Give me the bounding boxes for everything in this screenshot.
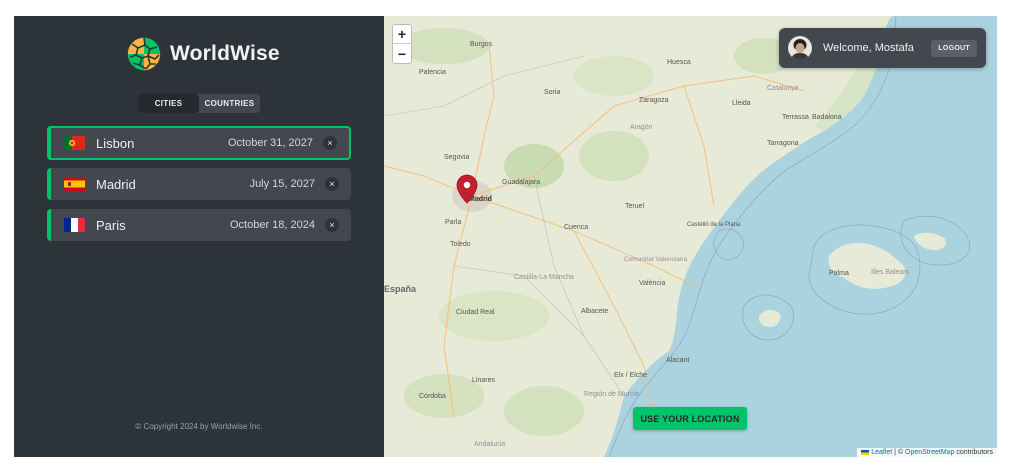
map-label-albacete: Albacete (581, 308, 608, 315)
attribution-separator: | © (892, 449, 906, 456)
city-name: Madrid (96, 176, 136, 192)
map-label-alacant: Alacant (666, 357, 689, 364)
view-tabs: CITIES COUNTRIES (138, 94, 260, 113)
map-label-burgos: Burgos (470, 41, 493, 48)
map-label-aragon: Aragón (630, 124, 653, 131)
city-item-lisbon[interactable]: Lisbon October 31, 2027 × (47, 126, 351, 160)
map-label-illes-balears: Illes Balears (871, 269, 910, 276)
ukraine-flag-icon (861, 449, 870, 455)
map-label-ciudad-real: Ciudad Real (456, 309, 495, 316)
map-label-valencia: València (639, 280, 665, 287)
city-list: Lisbon October 31, 2027 × Madrid July 15… (47, 126, 351, 250)
map-label-palma: Palma (829, 270, 849, 277)
leaflet-link[interactable]: Leaflet (871, 449, 892, 456)
use-location-button[interactable]: USE YOUR LOCATION (633, 407, 747, 430)
osm-link[interactable]: OpenStreetMap (905, 449, 954, 456)
zoom-in-button[interactable]: + (393, 25, 411, 44)
map-label-andalucia: Andalucía (474, 441, 505, 448)
zoom-out-button[interactable]: − (393, 44, 411, 63)
map-label-parla: Parla (445, 219, 461, 226)
zoom-control: + − (392, 24, 412, 64)
map-label-catalunya: Catalunya (767, 85, 799, 92)
map-label-elx: Elx / Elche (614, 372, 647, 379)
copyright-footer: © Copyright 2024 by Worldwise Inc. (135, 422, 263, 431)
city-date: July 15, 2027 (249, 178, 315, 190)
map-label-badalona: Badalona (812, 114, 842, 121)
tab-countries[interactable]: COUNTRIES (199, 94, 260, 113)
map-label-teruel: Teruel (625, 203, 645, 210)
map-label-comunitat: Comunitat Valenciana (624, 256, 687, 263)
city-date: October 18, 2024 (229, 219, 315, 231)
map-label-murcia: Región de Murcia (584, 391, 639, 398)
map-label-cordoba: Córdoba (419, 393, 446, 400)
sidebar: WorldWise CITIES COUNTRIES Lisbon Octobe… (14, 16, 384, 457)
map-label-segovia: Segovia (444, 154, 469, 161)
france-flag-icon (64, 218, 85, 232)
map-label-soria: Soria (544, 89, 560, 96)
map-label-castilla: Castilla-La Mancha (514, 274, 574, 281)
map-label-tarragona: Tarragona (767, 140, 799, 147)
map-attribution: Leaflet | © OpenStreetMap contributors (857, 448, 997, 457)
city-item-madrid[interactable]: Madrid July 15, 2027 × (47, 168, 351, 200)
city-name: Paris (96, 217, 126, 233)
logout-button[interactable]: LOGOUT (931, 39, 977, 57)
map-label-toledo: Toledo (450, 241, 471, 248)
app-layout: WorldWise CITIES COUNTRIES Lisbon Octobe… (14, 16, 997, 457)
map-label-castello: Castelló de la Plana (687, 222, 741, 228)
map-label-guadalajara: Guadalajara (502, 179, 540, 186)
map[interactable]: Burgos Huesca Palencia Soria Zaragoza Ll… (384, 16, 997, 457)
city-item-paris[interactable]: Paris October 18, 2024 × (47, 209, 351, 241)
app-name: WorldWise (170, 41, 280, 65)
tab-cities[interactable]: CITIES (138, 94, 199, 113)
delete-city-button[interactable]: × (325, 177, 339, 191)
map-label-lleida: Lleida (732, 100, 751, 107)
avatar (788, 36, 812, 60)
map-label-huesca: Huesca (667, 59, 691, 66)
city-name: Lisbon (96, 135, 135, 151)
delete-city-button[interactable]: × (325, 218, 339, 232)
spain-flag-icon (64, 177, 85, 191)
welcome-text: Welcome, Mostafa (823, 42, 914, 54)
logo[interactable]: WorldWise (126, 35, 280, 72)
map-tiles[interactable]: Burgos Huesca Palencia Soria Zaragoza Ll… (384, 16, 997, 457)
delete-city-button[interactable]: × (323, 136, 337, 150)
map-label-palencia: Palencia (419, 69, 446, 76)
map-label-cuenca: Cuenca (564, 224, 588, 231)
map-label-espana: España (384, 284, 417, 294)
city-date: October 31, 2027 (227, 137, 313, 149)
portugal-flag-icon (64, 136, 85, 150)
user-panel: Welcome, Mostafa LOGOUT (779, 28, 986, 68)
attribution-suffix: contributors (954, 449, 993, 456)
map-label-zaragoza: Zaragoza (639, 97, 669, 104)
map-label-terrassa: Terrassa (782, 114, 809, 121)
globe-logo-icon (126, 35, 162, 72)
map-label-linares: Linares (472, 377, 495, 384)
